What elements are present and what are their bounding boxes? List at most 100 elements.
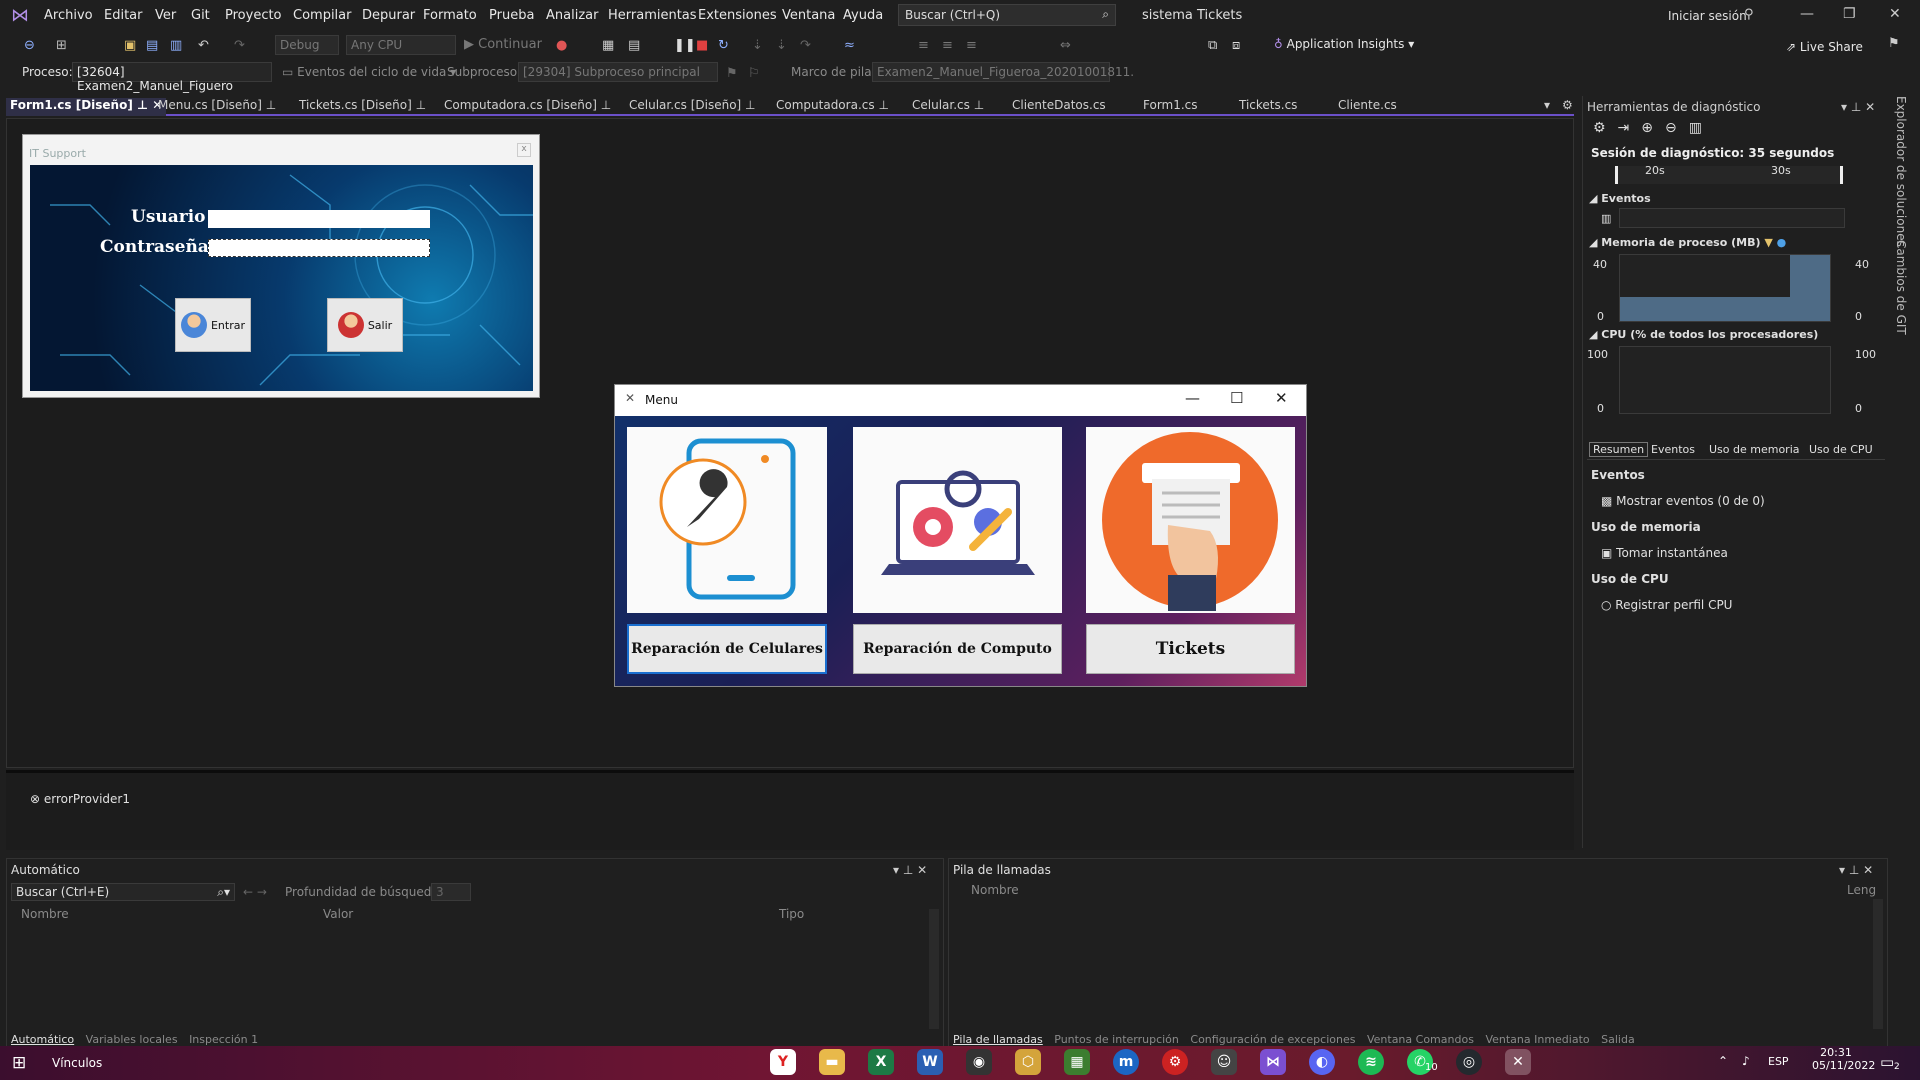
word-icon[interactable]: W (917, 1049, 943, 1075)
menu-minimize-icon[interactable]: — (1185, 389, 1200, 407)
tab-eventos[interactable]: Eventos (1651, 443, 1695, 456)
menu-proyecto[interactable]: Proyecto (225, 8, 282, 23)
computer-repair-image[interactable] (853, 427, 1062, 613)
depth-dropdown[interactable]: 3 (431, 883, 471, 901)
back-icon[interactable]: ⊖ (24, 38, 35, 53)
excel-icon[interactable]: X (868, 1049, 894, 1075)
m-app-icon[interactable]: m (1113, 1049, 1139, 1075)
tab-computadora-code[interactable]: Computadora.cs ⊥ (776, 98, 889, 112)
tab-form1-design[interactable]: Form1.cs [Diseño] ⊥ ✕ (6, 98, 167, 116)
tab-tickets-code[interactable]: Tickets.cs (1239, 98, 1297, 112)
tab-uso-cpu[interactable]: Uso de CPU (1809, 443, 1873, 456)
visual-studio-taskbar-icon[interactable]: ⋈ (1260, 1049, 1286, 1075)
app-insights-button[interactable]: ♁ Application Insights ▾ (1274, 37, 1414, 51)
tab-uso-memoria[interactable]: Uso de memoria (1709, 443, 1800, 456)
continue-button[interactable]: ▶ Continuar (464, 37, 542, 52)
form1-login-window[interactable]: IT Support x Usuario Contraseña Entrar S… (22, 134, 540, 398)
pin-icon[interactable]: ⊥ (878, 98, 888, 112)
clock[interactable]: 20:31 05/11/2022 (1812, 1046, 1875, 1072)
step-out-icon[interactable]: ↷ (800, 38, 811, 53)
menu-ayuda[interactable]: Ayuda (843, 8, 883, 23)
pin-icon[interactable]: ⊥ (974, 98, 984, 112)
col-nombre[interactable]: Nombre (21, 907, 69, 921)
exit-button[interactable]: Salir (327, 298, 403, 352)
sign-in-link[interactable]: Iniciar sesión (1668, 9, 1747, 23)
memory-chart-header[interactable]: ◢ Memoria de proceso (MB) ▼ ● (1589, 236, 1786, 249)
form1-close-icon[interactable]: x (517, 143, 531, 157)
yandex-browser-icon[interactable]: Y (770, 1049, 796, 1075)
menu-archivo[interactable]: Archivo (44, 8, 93, 23)
menu-editar[interactable]: Editar (104, 8, 143, 23)
menu-depurar[interactable]: Depurar (362, 8, 415, 23)
autos-panel-controls[interactable]: ▾ ⊥ ✕ (893, 863, 927, 877)
col-call-nombre[interactable]: Nombre (971, 883, 1019, 897)
call-stack-panel-controls[interactable]: ▾ ⊥ ✕ (1839, 863, 1873, 877)
menu-compilar[interactable]: Compilar (293, 8, 351, 23)
platform-dropdown[interactable]: Any CPU (346, 35, 456, 55)
tab-celular-design[interactable]: Celular.cs [Diseño] ⊥ (629, 98, 756, 112)
record-cpu-link[interactable]: ○ Registrar perfil CPU (1601, 598, 1732, 612)
pin-icon[interactable]: ⊥ (601, 98, 611, 112)
tab-menu-design[interactable]: Menu.cs [Diseño] ⊥ (158, 98, 276, 112)
tab-form1-code[interactable]: Form1.cs (1143, 98, 1198, 112)
call-stack-scrollbar[interactable] (1873, 899, 1883, 1029)
search-input[interactable]: Buscar (Ctrl+Q) ⌕ (898, 4, 1116, 26)
menu-formato[interactable]: Formato (423, 8, 477, 23)
gear-app-icon[interactable]: ⚙ (1162, 1049, 1188, 1075)
notifications-icon[interactable]: ▭ (1880, 1053, 1894, 1071)
tab-puntos-interrupcion[interactable]: Puntos de interrupción (1054, 1033, 1179, 1046)
events-chart-header[interactable]: ◢ Eventos (1589, 192, 1651, 205)
panel-menu-icons[interactable]: ▾ ⊥ ✕ (1841, 100, 1875, 114)
cpu-chart-header[interactable]: ◢ CPU (% de todos los procesadores) (1589, 328, 1818, 341)
save-all-icon[interactable]: ▥ (170, 38, 182, 53)
language-indicator[interactable]: ESP (1768, 1055, 1789, 1068)
process-dropdown[interactable]: [32604] Examen2_Manuel_Figuero (72, 62, 272, 93)
config-dropdown[interactable]: Debug (275, 35, 339, 55)
windows-start-icon[interactable]: ⊞ (12, 1053, 26, 1073)
nav-arrows-icon[interactable]: ← → (243, 885, 267, 899)
tab-computadora-design[interactable]: Computadora.cs [Diseño] ⊥ (444, 98, 611, 112)
error-provider-component[interactable]: ⊗ errorProvider1 (30, 792, 130, 806)
tab-tickets-design[interactable]: Tickets.cs [Diseño] ⊥ (299, 98, 426, 112)
col-call-lenguaje[interactable]: Leng (1847, 883, 1876, 897)
minimize-icon[interactable]: — (1800, 6, 1814, 22)
enter-button[interactable]: Entrar (175, 298, 251, 352)
menu-git[interactable]: Git (191, 8, 210, 23)
pin-icon[interactable]: ⊥ (266, 98, 276, 112)
github-icon[interactable]: ◎ (1456, 1049, 1482, 1075)
app-cube-icon[interactable]: ⬡ (1015, 1049, 1041, 1075)
diagnostics-toolbar-icon[interactable]: ≈ (844, 38, 855, 53)
tab-salida[interactable]: Salida (1601, 1033, 1635, 1046)
tab-cliente-code[interactable]: Cliente.cs (1338, 98, 1397, 112)
phone-repair-image[interactable] (627, 427, 827, 613)
tab-overflow-icon[interactable]: ▾ (1544, 98, 1550, 112)
minecraft-icon[interactable]: ▦ (1064, 1049, 1090, 1075)
pin-icon[interactable]: ⊥ (416, 98, 426, 112)
layers-icon[interactable]: ⧈ (1232, 38, 1240, 53)
close-icon[interactable]: ✕ (1889, 6, 1901, 22)
save-icon[interactable]: ▤ (146, 38, 158, 53)
tab-ventana-inmediato[interactable]: Ventana Inmediato (1485, 1033, 1589, 1046)
align-left-icon[interactable]: ≡ (918, 38, 929, 53)
solution-explorer-side-tab[interactable]: Explorador de soluciones (1894, 96, 1908, 247)
pause-icon[interactable]: ❚❚ (674, 38, 696, 53)
running-app-icon[interactable]: ✕ (1505, 1049, 1531, 1075)
align-right-icon[interactable]: ≡ (966, 38, 977, 53)
tab-inspeccion[interactable]: Inspección 1 (189, 1033, 258, 1046)
browser-icon[interactable]: ▦ (602, 38, 614, 53)
tab-config-excepciones[interactable]: Configuración de excepciones (1190, 1033, 1355, 1046)
phone-repair-button[interactable]: Reparación de Celulares (627, 624, 827, 674)
step-into-icon[interactable]: ⇣ (752, 38, 763, 53)
stop-icon[interactable]: ■ (696, 38, 708, 53)
tab-pila-llamadas[interactable]: Pila de llamadas (953, 1033, 1043, 1046)
hot-reload-icon[interactable]: ● (556, 38, 567, 53)
file-explorer-icon[interactable]: ▬ (819, 1049, 845, 1075)
show-events-link[interactable]: ▩ Mostrar eventos (0 de 0) (1601, 494, 1765, 508)
discord-icon[interactable]: ◐ (1309, 1049, 1335, 1075)
user-input[interactable] (208, 210, 430, 228)
pause-events-icon[interactable]: ▥ (1601, 212, 1611, 225)
tab-variables-locales[interactable]: Variables locales (86, 1033, 178, 1046)
col-tipo[interactable]: Tipo (779, 907, 804, 921)
open-folder-icon[interactable]: ▣ (124, 38, 136, 53)
pin-icon[interactable]: ⊥ (745, 98, 755, 112)
